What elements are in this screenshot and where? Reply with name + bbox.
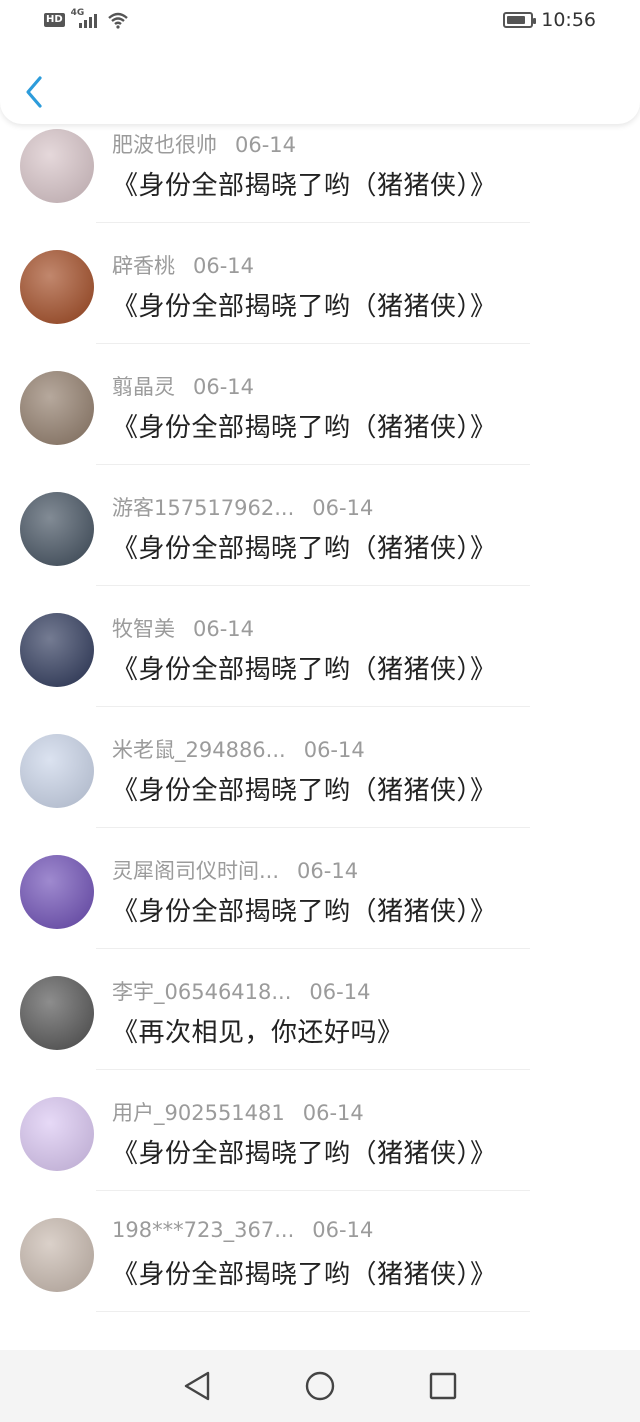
username[interactable]: 游客157517962... (112, 496, 294, 520)
divider (96, 827, 530, 828)
divider (96, 1069, 530, 1070)
divider (96, 706, 530, 707)
circle-home-icon[interactable] (304, 1370, 336, 1402)
divider (96, 222, 530, 223)
divider (96, 464, 530, 465)
divider (96, 1311, 530, 1312)
comment-item[interactable]: 游客157517962... 06-14 《身份全部揭晓了哟（猪猪侠）》 (0, 492, 640, 613)
username[interactable]: 198***723_367... (112, 1218, 294, 1242)
comment-meta: 牧智美 06-14 (112, 613, 254, 643)
comment-item[interactable]: 翦晶灵 06-14 《身份全部揭晓了哟（猪猪侠）》 (0, 371, 640, 492)
comment-date: 06-14 (312, 1218, 374, 1242)
username[interactable]: 用户_902551481 (112, 1101, 285, 1125)
comment-date: 06-14 (302, 1101, 364, 1125)
comment-meta: 翦晶灵 06-14 (112, 371, 254, 401)
comment-item[interactable]: 牧智美 06-14 《身份全部揭晓了哟（猪猪侠）》 (0, 613, 640, 734)
divider (96, 343, 530, 344)
comment-text: 《身份全部揭晓了哟（猪猪侠）》 (112, 413, 497, 443)
comment-text: 《身份全部揭晓了哟（猪猪侠）》 (112, 292, 497, 322)
username[interactable]: 翦晶灵 (112, 375, 175, 399)
comment-meta: 游客157517962... 06-14 (112, 492, 373, 522)
divider (96, 1190, 530, 1191)
comment-date: 06-14 (193, 254, 255, 278)
comment-meta: 辟香桃 06-14 (112, 250, 254, 280)
username[interactable]: 米老鼠_294886... (112, 738, 286, 762)
avatar[interactable] (20, 1097, 94, 1171)
username[interactable]: 灵犀阁司仪时间... (112, 859, 279, 883)
clock: 10:56 (541, 9, 596, 31)
comment-date: 06-14 (297, 859, 359, 883)
status-bar: HD 4G 10:56 (0, 0, 640, 44)
status-right: 10:56 (503, 9, 596, 31)
comment-text: 《身份全部揭晓了哟（猪猪侠）》 (112, 1260, 497, 1290)
username[interactable]: 肥波也很帅 (112, 133, 217, 157)
comment-item[interactable]: 肥波也很帅 06-14 《身份全部揭晓了哟（猪猪侠）》 (0, 129, 640, 250)
comment-text: 《身份全部揭晓了哟（猪猪侠）》 (112, 655, 497, 685)
comment-item[interactable]: 用户_902551481 06-14 《身份全部揭晓了哟（猪猪侠）》 (0, 1097, 640, 1218)
comment-date: 06-14 (193, 617, 255, 641)
status-left: HD 4G (44, 8, 129, 30)
avatar[interactable] (20, 976, 94, 1050)
avatar[interactable] (20, 613, 94, 687)
comment-item[interactable]: 辟香桃 06-14 《身份全部揭晓了哟（猪猪侠）》 (0, 250, 640, 371)
comment-meta: 用户_902551481 06-14 (112, 1097, 364, 1127)
avatar[interactable] (20, 371, 94, 445)
comment-text: 《身份全部揭晓了哟（猪猪侠）》 (112, 171, 497, 201)
avatar[interactable] (20, 250, 94, 324)
comment-meta: 灵犀阁司仪时间... 06-14 (112, 855, 358, 885)
divider (96, 585, 530, 586)
wifi-icon (107, 12, 128, 29)
avatar[interactable] (20, 129, 94, 203)
comment-date: 06-14 (312, 496, 374, 520)
comment-item[interactable]: 灵犀阁司仪时间... 06-14 《身份全部揭晓了哟（猪猪侠）》 (0, 855, 640, 976)
comment-date: 06-14 (303, 738, 365, 762)
avatar[interactable] (20, 734, 94, 808)
comment-text: 《再次相见，你还好吗》 (112, 1018, 404, 1048)
comment-meta: 李宇_06546418... 06-14 (112, 976, 370, 1006)
chevron-left-icon[interactable] (22, 72, 48, 112)
username[interactable]: 辟香桃 (112, 254, 175, 278)
comment-meta: 肥波也很帅 06-14 (112, 129, 296, 159)
comment-item[interactable]: 米老鼠_294886... 06-14 《身份全部揭晓了哟（猪猪侠）》 (0, 734, 640, 855)
battery-icon (503, 12, 537, 28)
avatar[interactable] (20, 492, 94, 566)
signal-icon: 4G (71, 8, 101, 30)
comment-item[interactable]: 李宇_06546418... 06-14 《再次相见，你还好吗》 (0, 976, 640, 1097)
top-nav-bar (0, 44, 640, 124)
comment-date: 06-14 (193, 375, 255, 399)
comment-item[interactable]: 198***723_367... 06-14 《身份全部揭晓了哟（猪猪侠）》 (0, 1218, 640, 1339)
square-recents-icon[interactable] (428, 1371, 458, 1401)
username[interactable]: 牧智美 (112, 617, 175, 641)
hd-badge: HD (44, 13, 65, 27)
comment-text: 《身份全部揭晓了哟（猪猪侠）》 (112, 534, 497, 564)
comment-meta: 198***723_367... 06-14 (112, 1218, 373, 1242)
comment-meta: 米老鼠_294886... 06-14 (112, 734, 365, 764)
system-nav-bar (0, 1350, 640, 1422)
comment-text: 《身份全部揭晓了哟（猪猪侠）》 (112, 776, 497, 806)
triangle-back-icon[interactable] (182, 1370, 212, 1402)
avatar[interactable] (20, 1218, 94, 1292)
comment-date: 06-14 (235, 133, 297, 157)
divider (96, 948, 530, 949)
comment-text: 《身份全部揭晓了哟（猪猪侠）》 (112, 1139, 497, 1169)
username[interactable]: 李宇_06546418... (112, 980, 291, 1004)
comment-text: 《身份全部揭晓了哟（猪猪侠）》 (112, 897, 497, 927)
avatar[interactable] (20, 855, 94, 929)
comment-date: 06-14 (309, 980, 371, 1004)
